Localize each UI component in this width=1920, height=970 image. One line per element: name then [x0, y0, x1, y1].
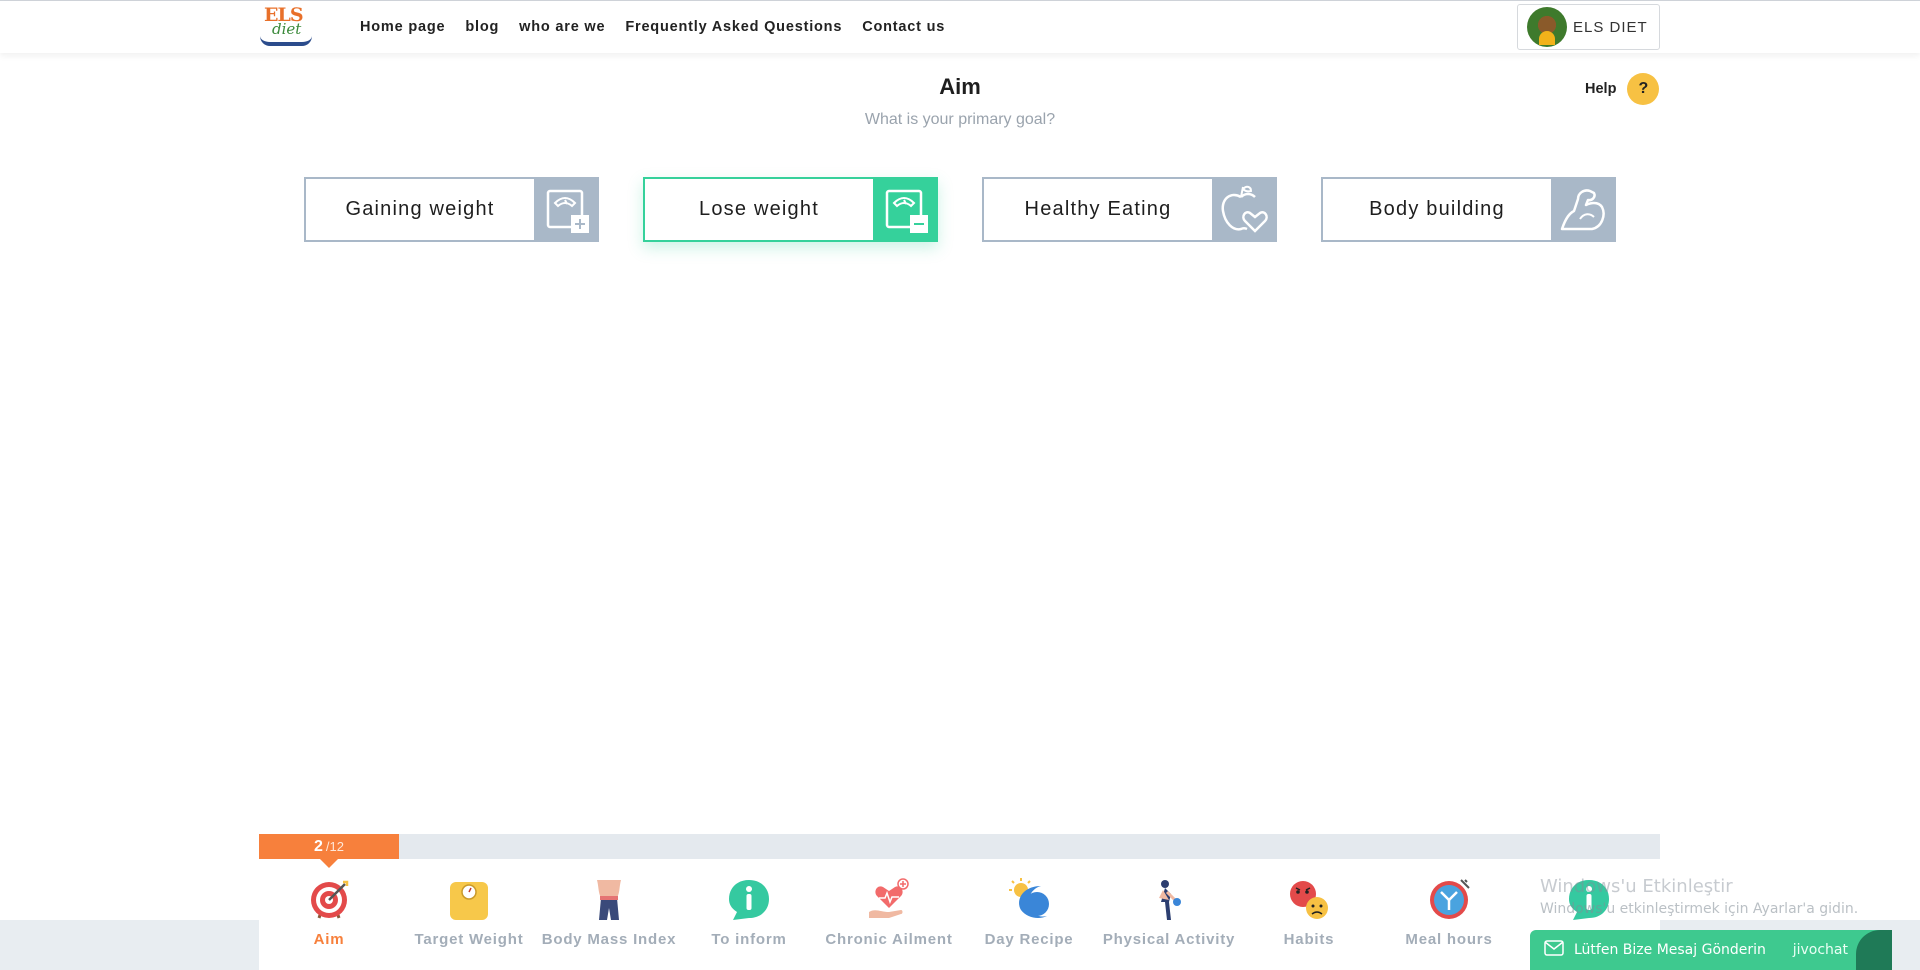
help-question-icon[interactable]: ? [1627, 73, 1660, 105]
help-button[interactable]: Help ? [1585, 73, 1660, 105]
scale-minus-icon [873, 179, 936, 240]
chat-brand: jivochat [1792, 942, 1848, 958]
step-label: Meal hours [1405, 931, 1493, 948]
step-label: Aim [313, 931, 345, 948]
goal-card-healthy-eating[interactable]: Healthy Eating [982, 177, 1277, 242]
logo-bowl-icon [260, 36, 312, 46]
progress-pointer [320, 859, 338, 868]
chat-logo-icon [1856, 930, 1892, 970]
scale-plus-icon [534, 179, 597, 240]
goal-label: Gaining weight [345, 198, 495, 220]
nav-blog[interactable]: blog [465, 19, 499, 35]
clock-cutlery-icon [1427, 878, 1471, 922]
step-physical-activity[interactable]: Physical Activity [1099, 878, 1239, 949]
bathroom-scale-icon [447, 878, 491, 922]
exercise-person-icon [1147, 878, 1191, 922]
progress-total: /12 [325, 839, 344, 854]
main-nav: Home page blog who are we Frequently Ask… [360, 1, 945, 53]
nav-who-are-we[interactable]: who are we [519, 19, 605, 35]
step-habits[interactable]: Habits [1239, 878, 1379, 949]
step-label: To inform [711, 931, 787, 948]
nav-home-page[interactable]: Home page [360, 19, 445, 35]
step-label: Physical Activity [1102, 931, 1236, 948]
goal-card-body-building[interactable]: Body building [1321, 177, 1616, 242]
activation-watermark-title: Windows'u Etkinleştir [1540, 876, 1733, 897]
account-name: ELS DIET [1573, 18, 1648, 36]
account-button[interactable]: ELS DIET [1517, 4, 1660, 50]
apple-heart-icon [1212, 179, 1275, 240]
step-label: Body Mass Index [541, 931, 677, 948]
info-bubble-icon [727, 878, 771, 922]
step-day-recipe[interactable]: Day Recipe [959, 878, 1099, 949]
goal-label: Healthy Eating [1024, 198, 1172, 220]
step-label: Day Recipe [984, 931, 1074, 948]
mail-icon [1544, 940, 1564, 960]
page-subtitle: What is your primary goal? [864, 111, 1056, 128]
step-meal-hours[interactable]: Meal hours [1379, 878, 1519, 949]
goal-card-lose-weight[interactable]: Lose weight [643, 177, 938, 242]
progress-track [259, 834, 1660, 859]
emoji-faces-icon [1287, 878, 1331, 922]
goal-label: Lose weight [699, 198, 819, 220]
help-label: Help [1585, 81, 1617, 97]
goal-label: Body building [1369, 198, 1505, 220]
activation-watermark-text: Windows'u etkinleştirmek için Ayarlar'a … [1540, 901, 1859, 917]
site-header: ELS diet Home page blog who are we Frequ… [0, 1, 1920, 53]
step-body-mass-index[interactable]: Body Mass Index [539, 878, 679, 949]
step-target-weight[interactable]: Target Weight [399, 878, 539, 949]
goal-card-gaining-weight[interactable]: Gaining weight [304, 177, 599, 242]
nav-contact-us[interactable]: Contact us [862, 19, 945, 35]
flexed-arm-icon [1551, 179, 1614, 240]
target-icon [307, 878, 351, 922]
avatar [1527, 7, 1567, 47]
progress-current: 2 [314, 837, 323, 855]
chat-prompt: Lütfen Bize Mesaj Gönderin [1574, 942, 1766, 958]
step-label: Habits [1283, 931, 1335, 948]
step-to-inform[interactable]: To inform [679, 878, 819, 949]
step-label: Chronic Ailment [825, 931, 953, 948]
step-aim[interactable]: Aim [259, 878, 399, 949]
step-label: Target Weight [414, 931, 524, 948]
site-logo[interactable]: ELS diet [258, 4, 314, 48]
nav-faq[interactable]: Frequently Asked Questions [625, 19, 842, 35]
heart-hand-icon [867, 878, 911, 922]
sun-moon-icon [1007, 878, 1051, 922]
body-waist-icon [587, 878, 631, 922]
step-chronic-ailment[interactable]: Chronic Ailment [819, 878, 959, 949]
progress-indicator: 2/12 [259, 834, 399, 859]
live-chat-bar[interactable]: Lütfen Bize Mesaj Gönderin jivochat [1530, 930, 1892, 970]
